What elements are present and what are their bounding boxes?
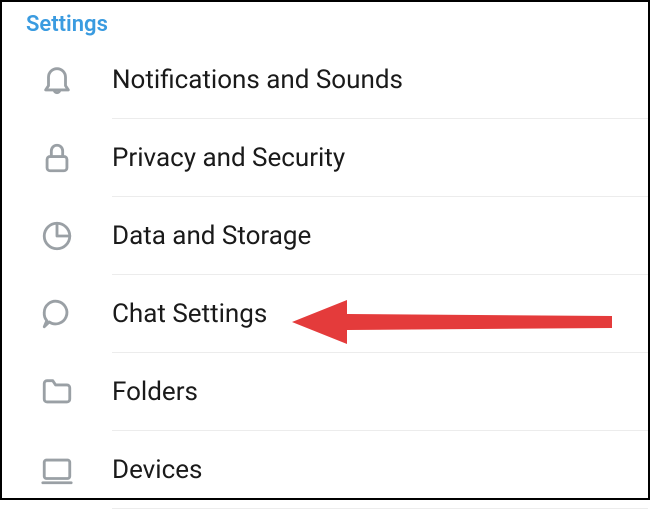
- settings-item-data-storage[interactable]: Data and Storage: [2, 197, 648, 275]
- settings-item-privacy[interactable]: Privacy and Security: [2, 119, 648, 197]
- settings-item-label-wrap: Devices: [112, 431, 648, 509]
- settings-item-label-wrap: Chat Settings: [112, 275, 648, 353]
- settings-item-label-wrap: Notifications and Sounds: [112, 41, 648, 119]
- settings-item-label: Devices: [112, 455, 202, 485]
- settings-item-label-wrap: Data and Storage: [112, 197, 648, 275]
- settings-item-label: Data and Storage: [112, 221, 311, 251]
- section-header: Settings: [2, 2, 648, 41]
- settings-item-label: Chat Settings: [112, 299, 267, 329]
- pie-chart-icon: [2, 219, 112, 253]
- settings-item-label-wrap: Privacy and Security: [112, 119, 648, 197]
- settings-item-label-wrap: Folders: [112, 353, 648, 431]
- settings-list: Notifications and Sounds Privacy and Sec…: [2, 41, 648, 509]
- section-title: Settings: [26, 12, 108, 37]
- settings-item-chat[interactable]: Chat Settings: [2, 275, 648, 353]
- lock-icon: [2, 141, 112, 175]
- settings-item-notifications[interactable]: Notifications and Sounds: [2, 41, 648, 119]
- settings-item-devices[interactable]: Devices: [2, 431, 648, 509]
- settings-item-label: Notifications and Sounds: [112, 65, 403, 95]
- device-icon: [2, 453, 112, 487]
- settings-item-label: Folders: [112, 377, 198, 407]
- chat-bubble-icon: [2, 297, 112, 331]
- settings-item-label: Privacy and Security: [112, 143, 345, 173]
- settings-item-folders[interactable]: Folders: [2, 353, 648, 431]
- folder-icon: [2, 375, 112, 409]
- bell-icon: [2, 63, 112, 97]
